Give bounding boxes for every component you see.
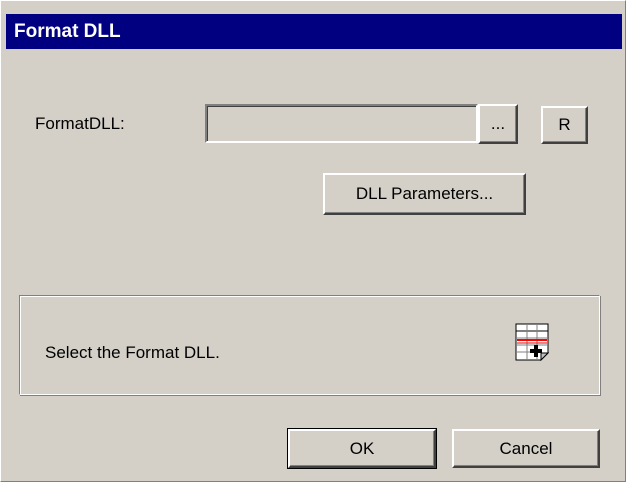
r-button-label: R <box>558 115 571 134</box>
dll-parameters-button[interactable]: DLL Parameters... <box>323 173 526 215</box>
format-dll-label: FormatDLL: <box>35 114 125 133</box>
format-dll-dialog: Format DLL FormatDLL: ... R DLL Paramete… <box>0 0 626 482</box>
browse-button[interactable]: ... <box>478 104 518 144</box>
browse-button-label: ... <box>490 114 506 133</box>
dialog-title: Format DLL <box>14 21 121 42</box>
cancel-button[interactable]: Cancel <box>452 429 600 468</box>
cancel-button-label: Cancel <box>499 438 553 458</box>
r-button[interactable]: R <box>541 106 588 144</box>
ok-button-label: OK <box>349 438 375 458</box>
table-format-icon <box>515 323 549 361</box>
format-dll-input[interactable] <box>205 104 478 143</box>
ok-button[interactable]: OK <box>287 428 437 469</box>
dll-parameters-button-label: DLL Parameters... <box>355 184 494 203</box>
dialog-title-bar: Format DLL <box>6 14 622 49</box>
info-message: Select the Format DLL. <box>45 343 220 362</box>
